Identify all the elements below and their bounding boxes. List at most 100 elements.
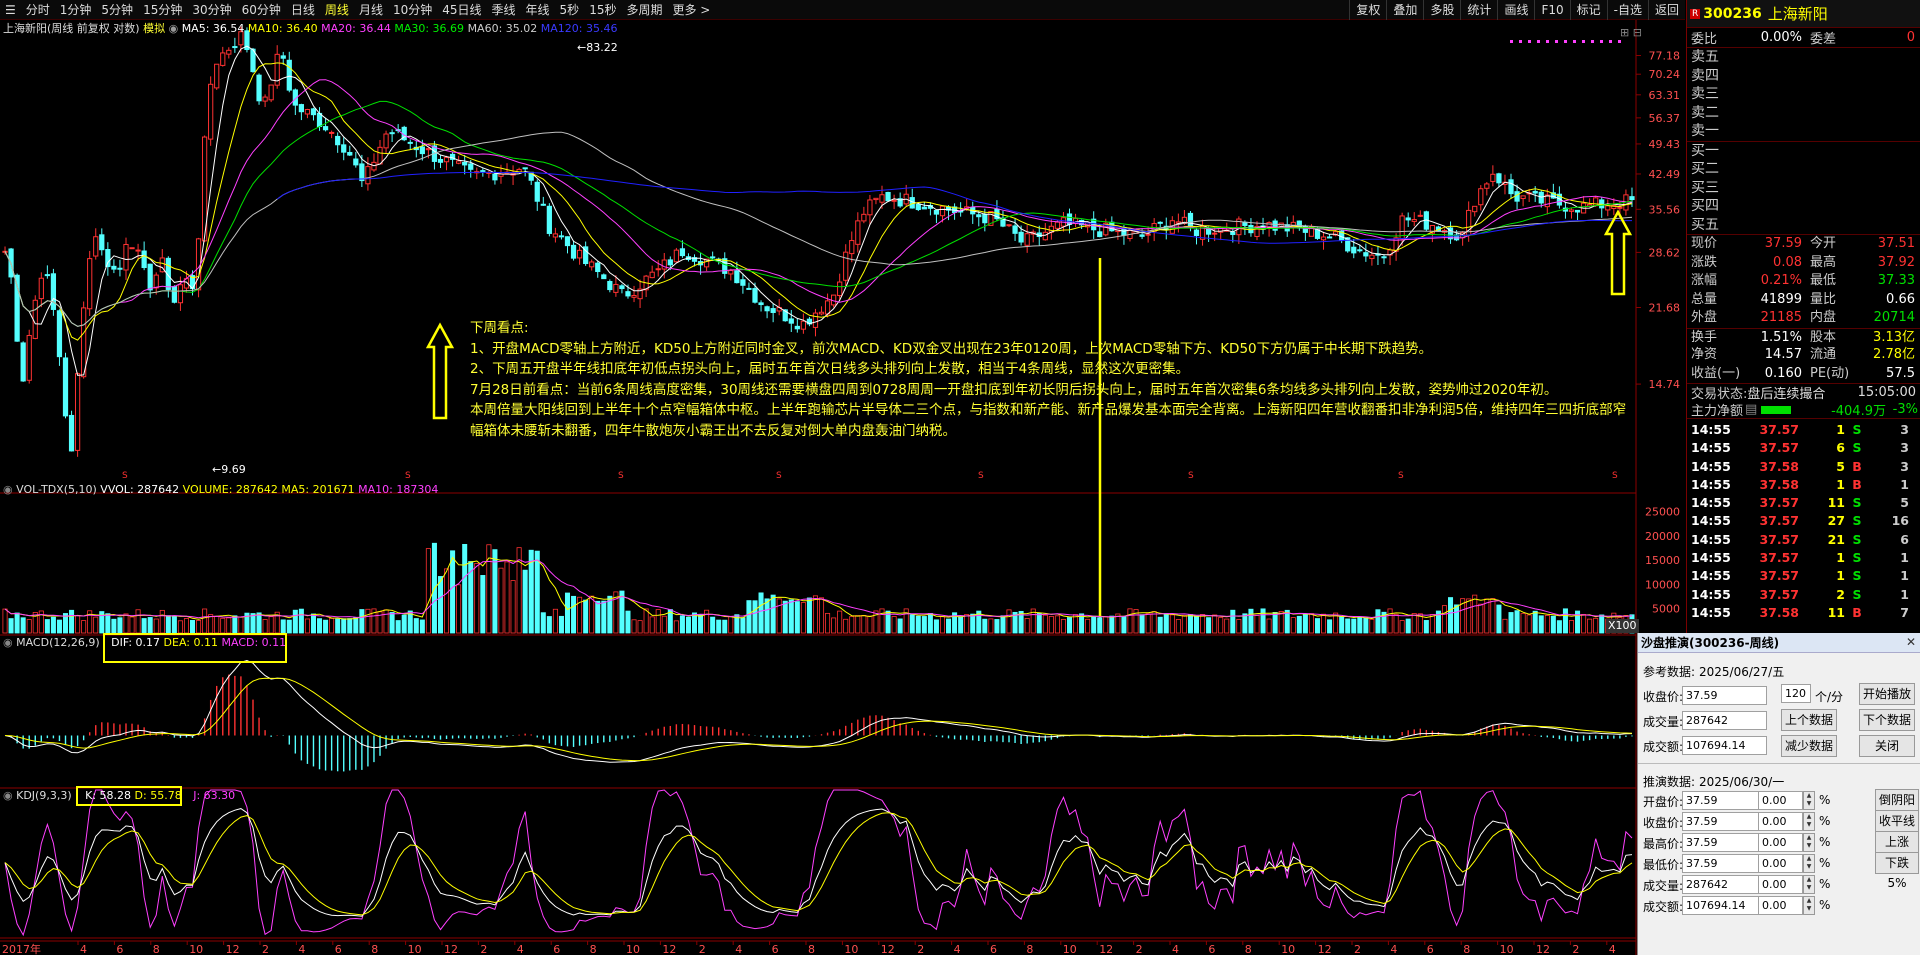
volume-bar bbox=[81, 620, 87, 634]
x-axis-label: 12 bbox=[1099, 943, 1113, 955]
ask-level[interactable]: 卖五 bbox=[1687, 48, 1920, 67]
tool-5[interactable]: F10 bbox=[1534, 0, 1569, 20]
deduce-value-field[interactable]: 37.59 bbox=[1682, 833, 1767, 852]
switch-icon[interactable]: ◉ bbox=[169, 22, 179, 35]
deduce-pct-field[interactable]: 0.00 bbox=[1758, 812, 1803, 831]
bid-level[interactable]: 买二 bbox=[1687, 160, 1920, 179]
period-12[interactable]: 年线 bbox=[521, 0, 555, 20]
ref-amt-field[interactable]: 107694.14 bbox=[1682, 736, 1767, 755]
tick-list[interactable]: 14:55 37.57 1 S 3 14:55 37.57 6 S 3 14:55 37.58 5 B 3 1… bbox=[1687, 419, 1920, 622]
x-axis-label: 4 bbox=[1172, 943, 1179, 955]
volume-bar bbox=[1302, 614, 1308, 634]
ask-level[interactable]: 卖三 bbox=[1687, 85, 1920, 104]
period-9[interactable]: 10分钟 bbox=[388, 0, 437, 20]
settings-icon[interactable]: ◉ bbox=[3, 483, 13, 496]
deduce-button[interactable]: 收平线 bbox=[1875, 810, 1919, 832]
menu-icon[interactable]: ☰ bbox=[0, 0, 21, 20]
ref-close-field[interactable]: 37.59 bbox=[1682, 686, 1767, 705]
period-15[interactable]: 多周期 bbox=[621, 0, 667, 20]
stepper-icon[interactable]: ▲ ▼ bbox=[1803, 896, 1815, 915]
tick-row[interactable]: 14:55 37.58 5 B 3 bbox=[1687, 458, 1920, 476]
stepper-icon[interactable]: ▲ ▼ bbox=[1803, 854, 1815, 873]
deduce-pct-field[interactable]: 0.00 bbox=[1758, 833, 1803, 852]
period-4[interactable]: 30分钟 bbox=[187, 0, 236, 20]
deduce-button[interactable]: 下跌5% bbox=[1875, 852, 1919, 890]
bid-level[interactable]: 买五 bbox=[1687, 216, 1920, 235]
speed-field[interactable]: 120 bbox=[1781, 684, 1811, 703]
bid-level[interactable]: 买一 bbox=[1687, 142, 1920, 161]
period-3[interactable]: 15分钟 bbox=[138, 0, 187, 20]
ask-level[interactable]: 卖二 bbox=[1687, 104, 1920, 123]
tool-8[interactable]: 返回 bbox=[1647, 0, 1685, 20]
signal-marker: S bbox=[1188, 471, 1194, 481]
ask-level[interactable]: 卖一 bbox=[1687, 122, 1920, 141]
period-16[interactable]: 更多 > bbox=[667, 0, 715, 20]
deduce-pct-field[interactable]: 0.00 bbox=[1758, 896, 1803, 915]
volume-bar bbox=[546, 616, 552, 634]
period-0[interactable]: 分时 bbox=[21, 0, 55, 20]
tool-7[interactable]: -自选 bbox=[1606, 0, 1648, 20]
period-10[interactable]: 45日线 bbox=[437, 0, 486, 20]
reduce-button[interactable]: 减少数据 bbox=[1781, 735, 1837, 757]
deduce-button[interactable]: 倒阴阳 bbox=[1875, 789, 1919, 811]
ask-level[interactable]: 卖四 bbox=[1687, 67, 1920, 86]
settings-icon[interactable]: ◉ bbox=[3, 636, 13, 649]
tool-1[interactable]: 叠加 bbox=[1386, 0, 1423, 20]
period-2[interactable]: 5分钟 bbox=[96, 0, 138, 20]
tick-row[interactable]: 14:55 37.57 21 S 6 bbox=[1687, 531, 1920, 549]
tool-3[interactable]: 统计 bbox=[1460, 0, 1497, 20]
deduce-value-field[interactable]: 37.59 bbox=[1682, 791, 1767, 810]
tick-row[interactable]: 14:55 37.58 1 B 1 bbox=[1687, 476, 1920, 494]
close-button[interactable]: 关闭 bbox=[1859, 735, 1915, 757]
deduce-pct-field[interactable]: 0.00 bbox=[1758, 854, 1803, 873]
candle-body bbox=[437, 158, 444, 163]
bid-level[interactable]: 买四 bbox=[1687, 197, 1920, 216]
volume-bar bbox=[437, 576, 444, 634]
period-14[interactable]: 15秒 bbox=[584, 0, 621, 20]
tool-6[interactable]: 标记 bbox=[1569, 0, 1607, 20]
chart-icon[interactable]: ▤ bbox=[1745, 402, 1757, 417]
play-button[interactable]: 开始播放 bbox=[1859, 683, 1915, 705]
tool-0[interactable]: 复权 bbox=[1349, 0, 1386, 20]
period-13[interactable]: 5秒 bbox=[555, 0, 585, 20]
period-11[interactable]: 季线 bbox=[487, 0, 521, 20]
settings-icon[interactable]: ◉ bbox=[3, 789, 13, 802]
deduce-button[interactable]: 上涨5% bbox=[1875, 831, 1919, 869]
candle-body bbox=[1508, 179, 1514, 195]
deduce-value-field[interactable]: 107694.14 bbox=[1682, 896, 1767, 915]
tick-row[interactable]: 14:55 37.57 11 S 5 bbox=[1687, 494, 1920, 512]
period-7[interactable]: 周线 bbox=[320, 0, 354, 20]
tool-4[interactable]: 画线 bbox=[1497, 0, 1534, 20]
period-6[interactable]: 日线 bbox=[286, 0, 320, 20]
period-1[interactable]: 1分钟 bbox=[55, 0, 97, 20]
close-icon[interactable]: ✕ bbox=[1906, 635, 1916, 649]
stepper-icon[interactable]: ▲ ▼ bbox=[1803, 812, 1815, 831]
next-button[interactable]: 下个数据 bbox=[1859, 709, 1915, 731]
deduce-value-field[interactable]: 287642 bbox=[1682, 875, 1767, 894]
deduce-value-field[interactable]: 37.59 bbox=[1682, 854, 1767, 873]
period-5[interactable]: 60分钟 bbox=[237, 0, 286, 20]
stepper-icon[interactable]: ▲ ▼ bbox=[1803, 833, 1815, 852]
tool-2[interactable]: 多股 bbox=[1423, 0, 1460, 20]
tick-row[interactable]: 14:55 37.57 1 S 1 bbox=[1687, 549, 1920, 567]
tick-row[interactable]: 14:55 37.57 2 S 1 bbox=[1687, 586, 1920, 604]
deduce-pct-field[interactable]: 0.00 bbox=[1758, 875, 1803, 894]
zoom-controls[interactable]: ⊞ ⊟ bbox=[1620, 26, 1642, 40]
stepper-icon[interactable]: ▲ ▼ bbox=[1803, 875, 1815, 894]
deduce-pct-field[interactable]: 0.00 bbox=[1758, 791, 1803, 810]
bid-level[interactable]: 买三 bbox=[1687, 179, 1920, 198]
volume-bar bbox=[982, 618, 988, 634]
tick-row[interactable]: 14:55 37.57 6 S 3 bbox=[1687, 439, 1920, 457]
ref-vol-field[interactable]: 287642 bbox=[1682, 711, 1767, 730]
stepper-icon[interactable]: ▲ ▼ bbox=[1803, 791, 1815, 810]
candle-body bbox=[298, 104, 305, 113]
deduce-value-field[interactable]: 37.59 bbox=[1682, 812, 1767, 831]
tick-row[interactable]: 14:55 37.57 1 S 3 bbox=[1687, 421, 1920, 439]
volume-bar bbox=[837, 610, 843, 634]
period-8[interactable]: 月线 bbox=[354, 0, 388, 20]
tick-row[interactable]: 14:55 37.57 1 S 1 bbox=[1687, 567, 1920, 585]
volume-bar bbox=[1490, 598, 1496, 634]
prev-button[interactable]: 上个数据 bbox=[1781, 709, 1837, 731]
tick-row[interactable]: 14:55 37.57 27 S 16 bbox=[1687, 512, 1920, 530]
tick-row[interactable]: 14:55 37.58 11 B 7 bbox=[1687, 604, 1920, 622]
